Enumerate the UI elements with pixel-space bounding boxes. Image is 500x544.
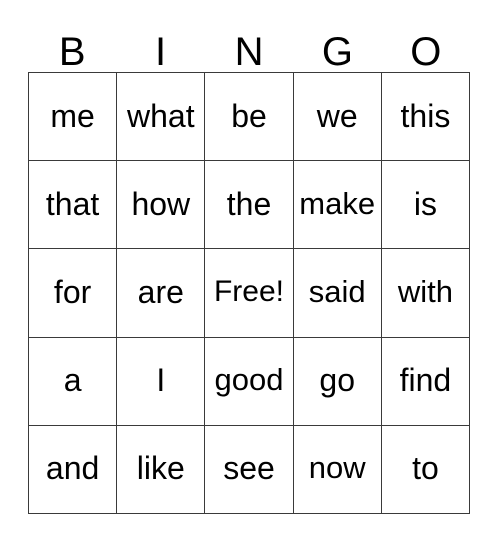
header-letter-o: O [410,30,442,74]
header-letter-n: N [234,30,264,74]
bingo-cell[interactable]: see [205,425,294,515]
bingo-cell-label: see [223,450,275,487]
bingo-cell-label: we [316,97,358,134]
bingo-cell[interactable]: for [29,249,118,338]
bingo-cell[interactable]: be [205,73,294,162]
bingo-cell[interactable]: are [117,249,206,338]
bingo-cell[interactable]: is [381,161,471,250]
bingo-cell-label: this [400,97,451,134]
bingo-cell[interactable]: and [29,425,118,515]
bingo-cell[interactable]: this [381,73,471,162]
bingo-header-row: B I N G O [28,22,470,72]
bingo-row: and like see now to [29,425,471,515]
bingo-cell[interactable]: how [117,161,206,250]
bingo-cell[interactable]: what [117,73,206,162]
bingo-row: for are Free! said with [29,249,471,338]
bingo-cell-label: me [50,97,95,134]
bingo-cell-label: is [413,185,437,222]
bingo-cell[interactable]: the [205,161,294,250]
bingo-cell[interactable]: make [293,161,382,250]
header-letter-b: B [58,30,86,74]
bingo-cell-label: like [136,450,185,487]
bingo-row: a I good go find [29,337,471,426]
bingo-cell[interactable]: a [29,337,118,426]
bingo-cell[interactable]: like [117,425,206,515]
bingo-cell[interactable]: me [29,73,118,162]
bingo-cell-label: are [137,274,184,310]
bingo-cell-free-space[interactable]: Free! [205,249,294,338]
bingo-cell-label: now [308,450,366,486]
bingo-cell-label: I [156,362,166,399]
bingo-cell-label: said [308,274,366,309]
header-letter-g: G [321,30,353,74]
bingo-cell[interactable]: we [293,73,382,162]
bingo-cell-label: to [412,450,439,487]
bingo-cell[interactable]: with [381,249,471,338]
bingo-cell[interactable]: that [29,161,118,250]
bingo-cell-label: with [397,274,453,309]
bingo-cell-label: for [53,274,92,310]
bingo-cell-label: go [319,362,355,399]
bingo-cell-label: Free! [213,275,285,308]
bingo-cell-label: the [226,185,272,222]
bingo-cell-label: that [45,185,100,222]
bingo-cell[interactable]: good [205,337,294,426]
bingo-cell[interactable]: find [381,337,471,426]
bingo-cell[interactable]: now [293,425,382,515]
bingo-cell-label: how [131,185,191,222]
bingo-cell-label: find [399,362,452,399]
bingo-row: that how the make is [29,161,471,250]
bingo-cell-label: what [127,97,195,134]
bingo-cell[interactable]: to [381,425,471,515]
bingo-cell-label: be [231,97,267,134]
header-letter-i: I [155,30,167,74]
bingo-cell[interactable]: go [293,337,382,426]
bingo-cell-label: good [214,362,284,398]
bingo-cell-label: and [45,450,100,487]
bingo-cell[interactable]: said [293,249,382,338]
bingo-cell[interactable]: I [117,337,206,426]
bingo-grid: me what be we this that how the make is … [28,72,471,515]
bingo-row: me what be we this [29,73,471,162]
bingo-card: B I N G O me what be we this that how th… [0,0,500,544]
bingo-cell-label: make [299,185,376,221]
bingo-cell-label: a [63,362,82,399]
